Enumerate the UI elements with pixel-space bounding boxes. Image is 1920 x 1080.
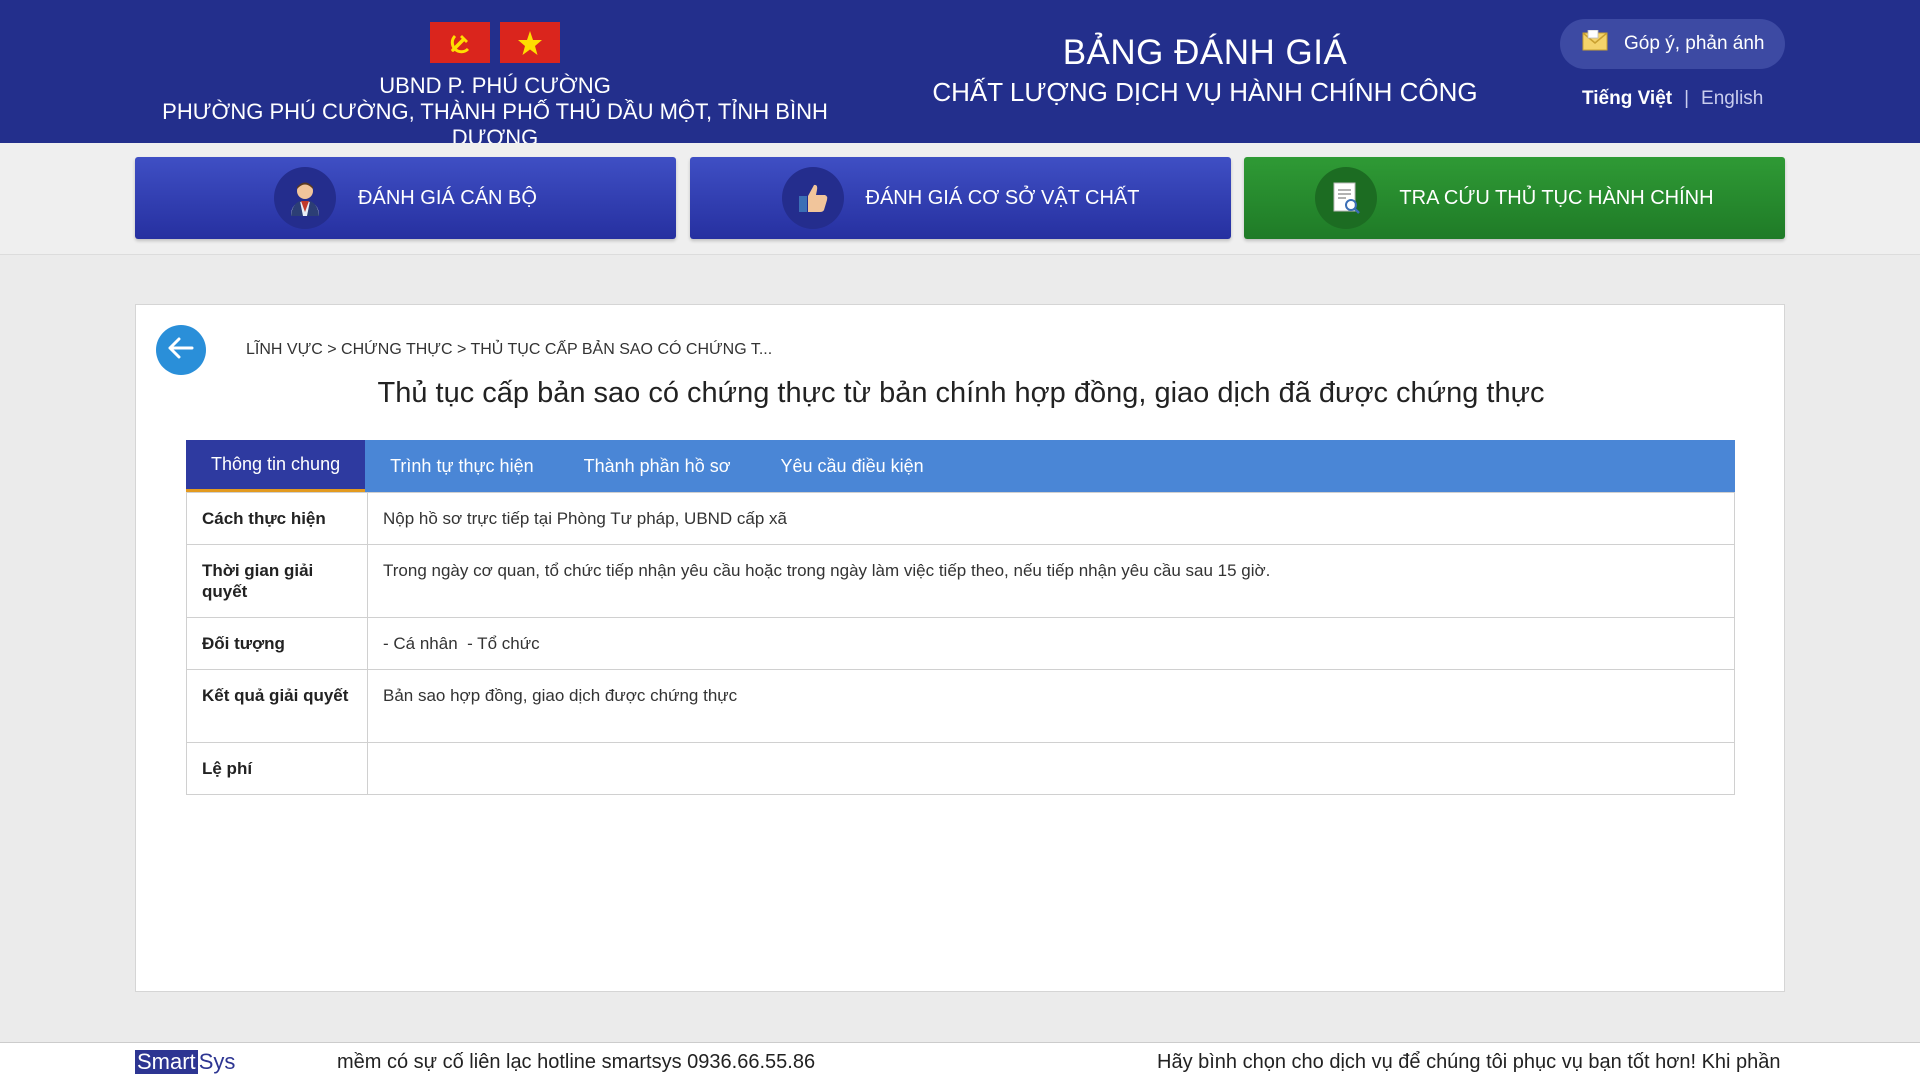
table-row: Lệ phí (186, 742, 1735, 795)
app-title-block: BẢNG ĐÁNH GIÁ CHẤT LƯỢNG DỊCH VỤ HÀNH CH… (900, 32, 1510, 108)
procedure-lookup-label: TRA CỨU THỦ TỤC HÀNH CHÍNH (1399, 186, 1714, 209)
row-value: Bản sao hợp đồng, giao dịch được chứng t… (367, 669, 1735, 743)
hammer-sickle-flag-icon (430, 22, 490, 63)
tab-general-info[interactable]: Thông tin chung (186, 440, 366, 492)
facility-evaluation-button[interactable]: ĐÁNH GIÁ CƠ SỞ VẬT CHẤT (690, 157, 1231, 239)
officer-icon (274, 167, 337, 229)
staff-evaluation-button[interactable]: ĐÁNH GIÁ CÁN BỘ (135, 157, 676, 239)
breadcrumb[interactable]: LĨNH VỰC > CHỨNG THỰC > THỦ TỤC CẤP BẢN … (246, 341, 772, 359)
table-row: Thời gian giải quyết Trong ngày cơ quan,… (186, 544, 1735, 618)
organization-block: UBND P. PHÚ CƯỜNG PHƯỜNG PHÚ CƯỜNG, THÀN… (135, 22, 855, 151)
info-table: Cách thực hiện Nộp hồ sơ trực tiếp tại P… (186, 492, 1735, 795)
marquee: mềm có sự cố liên lạc hotline smartsys 0… (337, 1043, 1785, 1080)
flags (135, 22, 855, 63)
smartsys-logo: Smart Sys (135, 1050, 235, 1074)
tab-requirements[interactable]: Yêu cầu điều kiện (756, 440, 949, 492)
row-label: Kết quả giải quyết (186, 669, 368, 743)
table-row: Kết quả giải quyết Bản sao hợp đồng, gia… (186, 669, 1735, 743)
tab-procedure-steps[interactable]: Trình tự thực hiện (365, 440, 559, 492)
row-value: Trong ngày cơ quan, tổ chức tiếp nhận yê… (367, 544, 1735, 618)
ticker-text: Hãy bình chọn cho dịch vụ để chúng tôi p… (1157, 1051, 1785, 1073)
org-name: UBND P. PHÚ CƯỜNG (379, 73, 611, 98)
app-title: BẢNG ĐÁNH GIÁ (1062, 33, 1348, 72)
back-button[interactable] (156, 325, 206, 375)
lang-vietnamese[interactable]: Tiếng Việt (1582, 88, 1672, 110)
row-label: Cách thực hiện (186, 492, 368, 545)
lang-separator: | (1684, 88, 1690, 109)
row-value: Nộp hồ sơ trực tiếp tại Phòng Tư pháp, U… (367, 492, 1735, 545)
row-value (367, 742, 1735, 795)
brand-part2: Sys (198, 1049, 236, 1074)
brand-part1: Smart (135, 1049, 198, 1074)
row-label: Lệ phí (186, 742, 368, 795)
vietnam-flag-icon (500, 22, 560, 63)
language-switcher: Tiếng Việt | English (1582, 88, 1763, 110)
row-label: Đối tượng (186, 617, 368, 670)
procedure-lookup-button[interactable]: TRA CỨU THỦ TỤC HÀNH CHÍNH (1244, 157, 1785, 239)
tab-bar: Thông tin chung Trình tự thực hiện Thành… (186, 440, 1735, 492)
document-search-icon (1315, 167, 1378, 229)
feedback-button[interactable]: Góp ý, phản ánh (1560, 19, 1785, 69)
main-nav: ĐÁNH GIÁ CÁN BỘ ĐÁNH GIÁ CƠ SỞ VẬT CHẤT … (0, 143, 1920, 255)
thumbs-up-icon (781, 167, 844, 229)
procedure-detail-panel: LĨNH VỰC > CHỨNG THỰC > THỦ TỤC CẤP BẢN … (135, 304, 1785, 992)
footer-ticker-bar: Smart Sys mềm có sự cố liên lạc hotline … (0, 1042, 1920, 1080)
tab-dossier-components[interactable]: Thành phần hồ sơ (559, 440, 756, 492)
ticker-text: mềm có sự cố liên lạc hotline smartsys 0… (337, 1051, 816, 1073)
row-label: Thời gian giải quyết (186, 544, 368, 618)
table-row: Đối tượng - Cá nhân - Tổ chức (186, 617, 1735, 670)
envelope-icon (1582, 29, 1608, 58)
lang-english[interactable]: English (1701, 88, 1763, 110)
app-subtitle: CHẤT LƯỢNG DỊCH VỤ HÀNH CHÍNH CÔNG (932, 77, 1478, 107)
staff-evaluation-label: ĐÁNH GIÁ CÁN BỘ (358, 186, 537, 209)
page-title: Thủ tục cấp bản sao có chứng thực từ bản… (377, 377, 1545, 409)
feedback-label: Góp ý, phản ánh (1624, 33, 1765, 54)
table-row: Cách thực hiện Nộp hồ sơ trực tiếp tại P… (186, 492, 1735, 545)
arrow-left-icon (168, 337, 194, 364)
facility-evaluation-label: ĐÁNH GIÁ CƠ SỞ VẬT CHẤT (865, 186, 1140, 209)
row-value: - Cá nhân - Tổ chức (367, 617, 1735, 670)
header: UBND P. PHÚ CƯỜNG PHƯỜNG PHÚ CƯỜNG, THÀN… (0, 0, 1920, 150)
